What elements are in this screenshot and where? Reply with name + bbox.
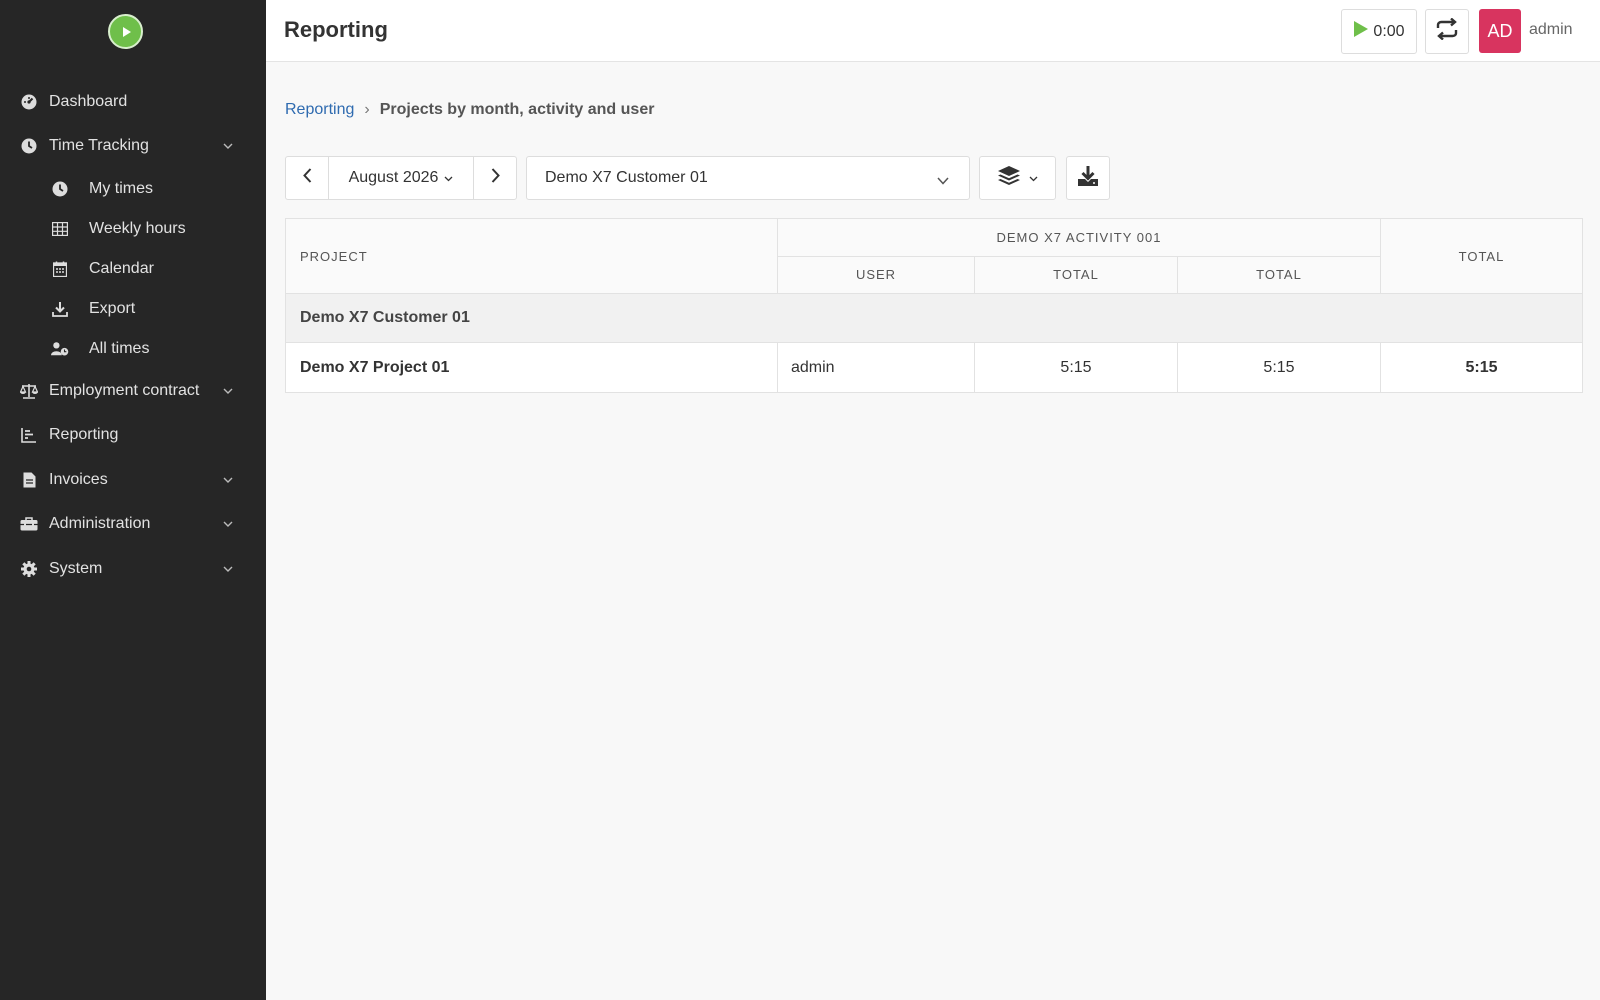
table-row-activity-total: 5:15: [1060, 358, 1092, 376]
report-table: PROJECT DEMO X7 ACTIVITY 001 USER TOTAL …: [285, 218, 1583, 393]
clock-icon: [51, 180, 69, 198]
sidebar-item-label: My times: [89, 180, 153, 197]
sidebar-item-my-times[interactable]: My times: [0, 169, 266, 209]
calendar-icon: [51, 260, 69, 278]
sidebar-item-employment-contract[interactable]: Employment contract: [0, 371, 266, 411]
chevron-left-icon: [302, 168, 312, 188]
chevron-down-icon: [444, 169, 453, 187]
scale-icon: [20, 382, 38, 400]
play-icon: [1353, 20, 1369, 43]
customer-group-row: [286, 294, 1582, 342]
chevron-right-icon: [491, 168, 500, 188]
sidebar-item-label: Weekly hours: [89, 220, 186, 237]
customer-group-label: Demo X7 Customer 01: [300, 309, 470, 326]
sidebar-item-export[interactable]: Export: [0, 289, 266, 329]
sidebar-item-calendar[interactable]: Calendar: [0, 249, 266, 289]
toolbox-icon: [20, 515, 38, 533]
breadcrumb-separator: ›: [364, 101, 370, 118]
chevron-down-icon: [222, 518, 234, 530]
column-header-activity: DEMO X7 ACTIVITY 001: [996, 230, 1162, 245]
breadcrumb-reporting-link[interactable]: Reporting: [285, 101, 354, 119]
gear-icon: [20, 560, 38, 578]
export-download-button[interactable]: [1066, 156, 1110, 200]
sidebar-item-dashboard[interactable]: Dashboard: [0, 82, 266, 122]
table-row-project: Demo X7 Project 01: [300, 358, 450, 376]
dashboard-icon: [20, 93, 38, 111]
table-row-user-total: 5:15: [1263, 358, 1295, 376]
sidebar-item-all-times[interactable]: All times: [0, 329, 266, 369]
grid-icon: [51, 220, 69, 238]
customer-select-value: Demo X7 Customer 01: [545, 169, 708, 186]
avatar[interactable]: AD: [1479, 9, 1521, 53]
download-icon: [51, 300, 69, 318]
chevron-down-icon: [222, 474, 234, 486]
sidebar-item-label: Dashboard: [49, 93, 128, 110]
sidebar-item-administration[interactable]: Administration: [0, 504, 266, 544]
top-header: Reporting 0:00 AD admin: [266, 0, 1600, 62]
table-row-total: 5:15: [1465, 358, 1498, 376]
chevron-down-icon: [222, 385, 234, 397]
chevron-down-icon: [222, 563, 234, 575]
layers-icon: [997, 165, 1021, 192]
sidebar-item-reporting[interactable]: Reporting: [0, 415, 266, 455]
user-name[interactable]: admin: [1529, 21, 1573, 39]
sidebar-item-label: Calendar: [89, 260, 154, 277]
user-clock-icon: [51, 340, 69, 358]
refresh-icon: [1435, 17, 1459, 45]
column-header-user: USER: [855, 267, 897, 282]
chart-icon: [20, 426, 38, 444]
timer-value: 0:00: [1373, 22, 1405, 40]
clock-icon: [20, 137, 38, 155]
table-row-user: admin: [791, 358, 835, 376]
sidebar-item-label: Reporting: [49, 426, 119, 443]
customer-select[interactable]: Demo X7 Customer 01: [526, 156, 970, 200]
previous-month-button[interactable]: [285, 156, 329, 200]
sidebar: Dashboard Time Tracking My times Weekly …: [0, 0, 266, 1000]
layers-dropdown-button[interactable]: [979, 156, 1056, 200]
sidebar-item-label: Administration: [49, 515, 151, 532]
play-logo-icon[interactable]: [108, 14, 143, 49]
month-label: August 2026: [348, 169, 439, 186]
sidebar-item-label: Time Tracking: [49, 137, 149, 154]
sidebar-item-label: System: [49, 560, 103, 577]
sidebar-item-label: Invoices: [49, 471, 108, 488]
sync-button[interactable]: [1425, 9, 1469, 54]
sidebar-item-system[interactable]: System: [0, 549, 266, 589]
column-header-user-total: TOTAL: [1256, 267, 1302, 282]
sidebar-item-label: Export: [89, 300, 136, 317]
chevron-down-icon: [222, 140, 234, 152]
column-header-total: TOTAL: [1458, 248, 1505, 264]
download-icon: [1077, 165, 1099, 192]
column-header-activity-total: TOTAL: [1053, 267, 1099, 282]
sidebar-item-weekly-hours[interactable]: Weekly hours: [0, 209, 266, 249]
sidebar-item-label: Employment contract: [49, 382, 200, 399]
page-title: Reporting: [284, 17, 388, 42]
start-timer-button[interactable]: 0:00: [1341, 9, 1417, 54]
breadcrumb-current: Projects by month, activity and user: [379, 101, 655, 118]
invoice-icon: [20, 471, 38, 489]
next-month-button[interactable]: [473, 156, 517, 200]
chevron-down-icon: [1029, 169, 1038, 187]
month-picker-button[interactable]: August 2026: [328, 156, 474, 200]
sidebar-item-label: All times: [89, 340, 150, 357]
sidebar-item-invoices[interactable]: Invoices: [0, 460, 266, 500]
breadcrumb: Reporting › Projects by month, activity …: [285, 101, 654, 119]
sidebar-item-time-tracking[interactable]: Time Tracking: [0, 126, 266, 166]
chevron-down-icon: [937, 172, 949, 190]
column-header-project: PROJECT: [300, 248, 368, 264]
